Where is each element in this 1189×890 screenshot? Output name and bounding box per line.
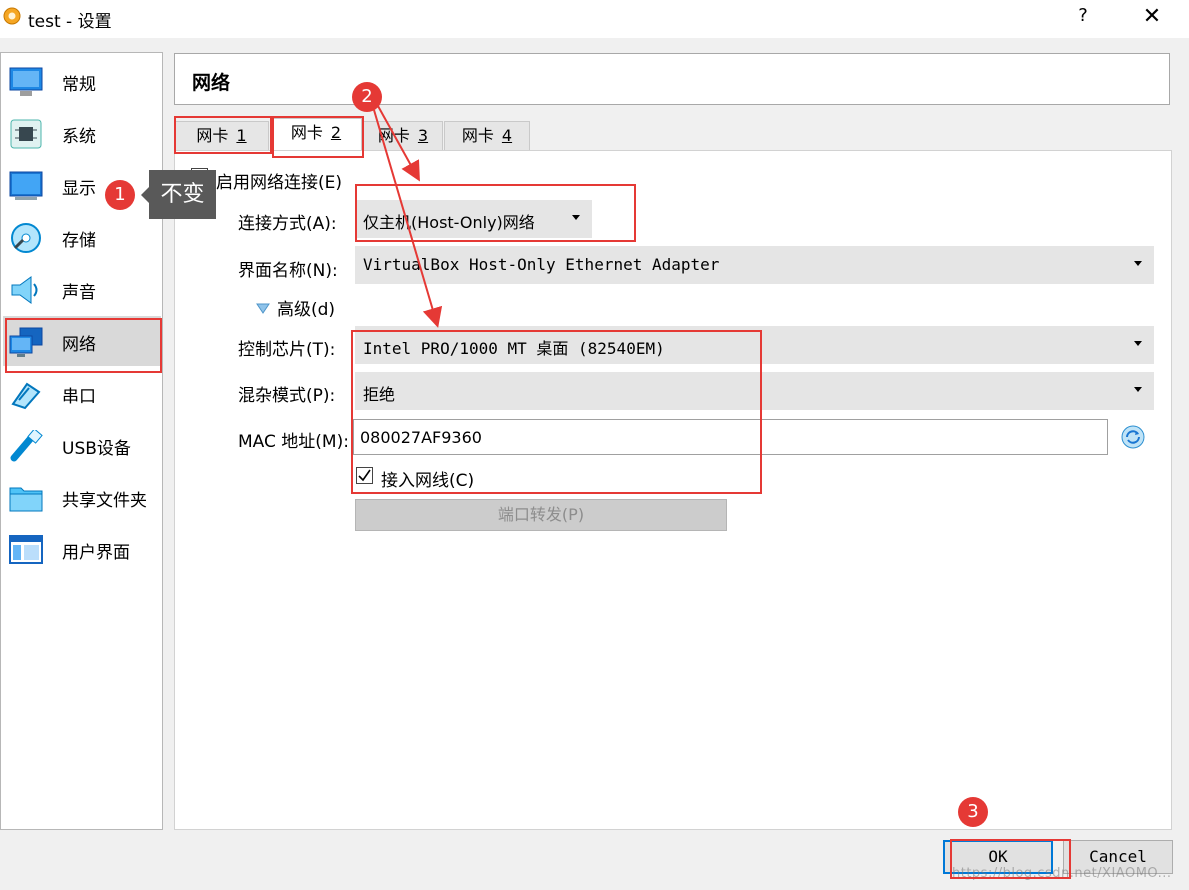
annotation-arrows (373, 105, 443, 328)
